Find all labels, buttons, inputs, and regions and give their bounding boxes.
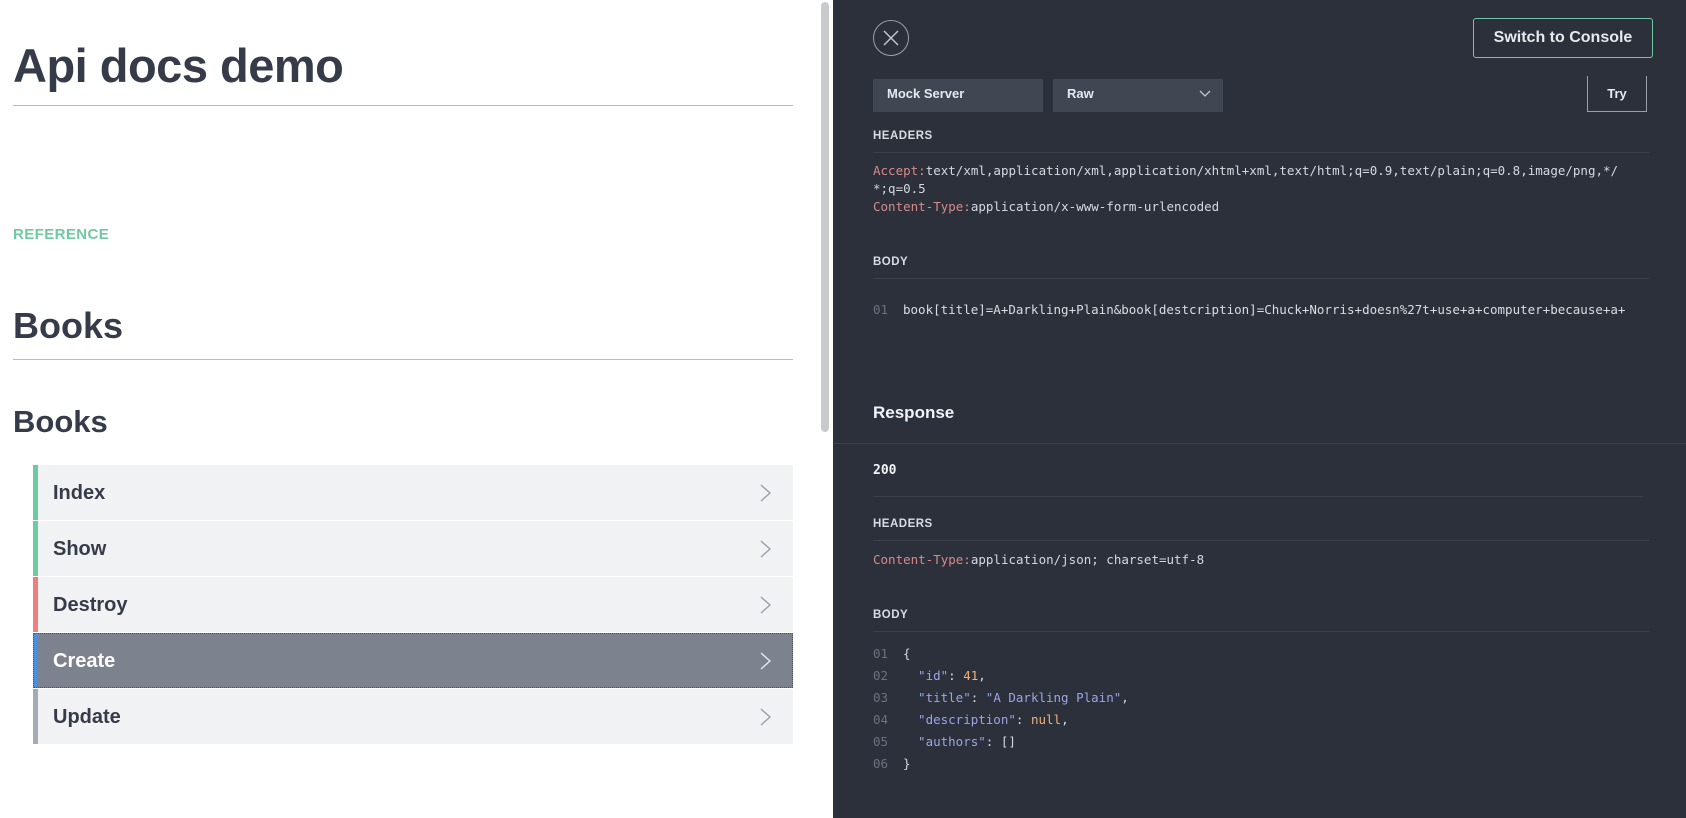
line-number: 04 (873, 712, 889, 727)
code-token: : [] (985, 734, 1016, 749)
close-button[interactable] (873, 20, 909, 56)
header-key: Content-Type: (873, 199, 971, 214)
chevron-right-icon (760, 596, 772, 614)
docs-pane: Api docs demo REFERENCE Books Books Inde… (0, 0, 833, 818)
request-body-line: 01 book[title]=A+Darkling+Plain&book[dest… (873, 302, 1649, 317)
request-headers-label: HEADERS (873, 130, 933, 142)
request-header-content-type: Content-Type:application/x-www-form-urle… (873, 198, 1653, 216)
line-number: 01 (873, 302, 889, 317)
code-token: , (1061, 712, 1069, 727)
format-select-value: Raw (1067, 86, 1094, 101)
endpoint-update[interactable]: Update (33, 689, 793, 744)
code-token: "id" (903, 668, 949, 683)
code-token: : (948, 668, 964, 683)
line-number: 05 (873, 734, 889, 749)
header-key: Content-Type: (873, 552, 971, 567)
response-body-line: 05 "authors": [] (873, 734, 1016, 749)
chevron-down-icon (1199, 90, 1211, 97)
divider (873, 540, 1649, 541)
endpoint-label: Create (53, 650, 116, 672)
response-headers-label: HEADERS (873, 518, 933, 530)
response-title: Response (873, 403, 955, 422)
code-token: null (1030, 712, 1062, 727)
divider (873, 152, 1649, 153)
divider (873, 496, 1643, 497)
endpoint-show[interactable]: Show (33, 521, 793, 576)
code-token: , (978, 668, 986, 683)
response-header-content-type: Content-Type:application/json; charset=u… (873, 551, 1653, 569)
code-token: "title" (903, 690, 971, 705)
divider (833, 443, 1686, 444)
request-body-label: BODY (873, 256, 909, 268)
header-value: application/json; charset=utf-8 (970, 552, 1205, 567)
code-token: 41 (963, 668, 979, 683)
chevron-right-icon (760, 708, 772, 726)
title-divider (13, 105, 793, 106)
response-body-line: 04 "description": null, (873, 712, 1069, 727)
section-heading-books: Books (13, 305, 124, 346)
endpoint-label: Show (53, 538, 107, 560)
server-select[interactable]: Mock Server (873, 79, 1043, 112)
response-body-line: 03 "title": "A Darkling Plain", (873, 690, 1129, 705)
line-number: 03 (873, 690, 889, 705)
code-token: , (1121, 690, 1129, 705)
left-scrollbar[interactable] (821, 2, 829, 432)
code-token: : (970, 690, 986, 705)
response-body-label: BODY (873, 609, 909, 621)
chevron-right-icon (760, 652, 772, 670)
page-title: Api docs demo (13, 39, 344, 92)
chevron-right-icon (760, 484, 772, 502)
response-status: 200 (873, 463, 897, 478)
header-value: application/x-www-form-urlencoded (970, 199, 1220, 214)
line-number: 06 (873, 756, 889, 771)
endpoint-label: Destroy (53, 594, 128, 616)
header-key: Accept: (873, 163, 926, 178)
header-value: *;q=0.5 (873, 181, 926, 196)
reference-label: REFERENCE (13, 226, 110, 243)
line-number: 02 (873, 668, 889, 683)
try-button[interactable]: Try (1587, 76, 1647, 112)
code-text: book[title]=A+Darkling+Plain&book[destcr… (903, 302, 1626, 317)
line-number: 01 (873, 646, 889, 661)
group-heading-books: Books (13, 404, 108, 439)
switch-to-console-button[interactable]: Switch to Console (1473, 18, 1653, 58)
endpoint-create[interactable]: Create (33, 633, 793, 688)
endpoint-list: Index Show Destroy Create Update (33, 465, 793, 745)
divider (873, 631, 1649, 632)
response-body-line: 02 "id": 41, (873, 668, 986, 683)
code-token: } (903, 756, 911, 771)
server-select-value: Mock Server (887, 86, 965, 101)
response-body-line: 01 { (873, 646, 911, 661)
endpoint-index[interactable]: Index (33, 465, 793, 520)
code-token: "authors" (903, 734, 986, 749)
example-pane: Switch to Console Mock Server Raw Try HE… (833, 0, 1686, 818)
section-divider (13, 359, 793, 360)
code-token: : (1015, 712, 1031, 727)
endpoint-destroy[interactable]: Destroy (33, 577, 793, 632)
request-header-accept-cont: *;q=0.5 (873, 180, 1653, 198)
chevron-right-icon (760, 540, 772, 558)
divider (873, 278, 1649, 279)
request-header-accept: Accept:text/xml,application/xml,applicat… (873, 162, 1653, 180)
header-value: text/xml,application/xml,application/xht… (925, 163, 1619, 178)
code-token: "A Darkling Plain" (985, 690, 1122, 705)
code-token: "description" (903, 712, 1016, 727)
format-select[interactable]: Raw (1053, 79, 1223, 112)
endpoint-label: Index (53, 482, 106, 504)
endpoint-label: Update (53, 706, 121, 728)
response-body-line: 06} (873, 756, 911, 771)
code-token: { (903, 646, 911, 661)
close-icon (883, 30, 899, 46)
